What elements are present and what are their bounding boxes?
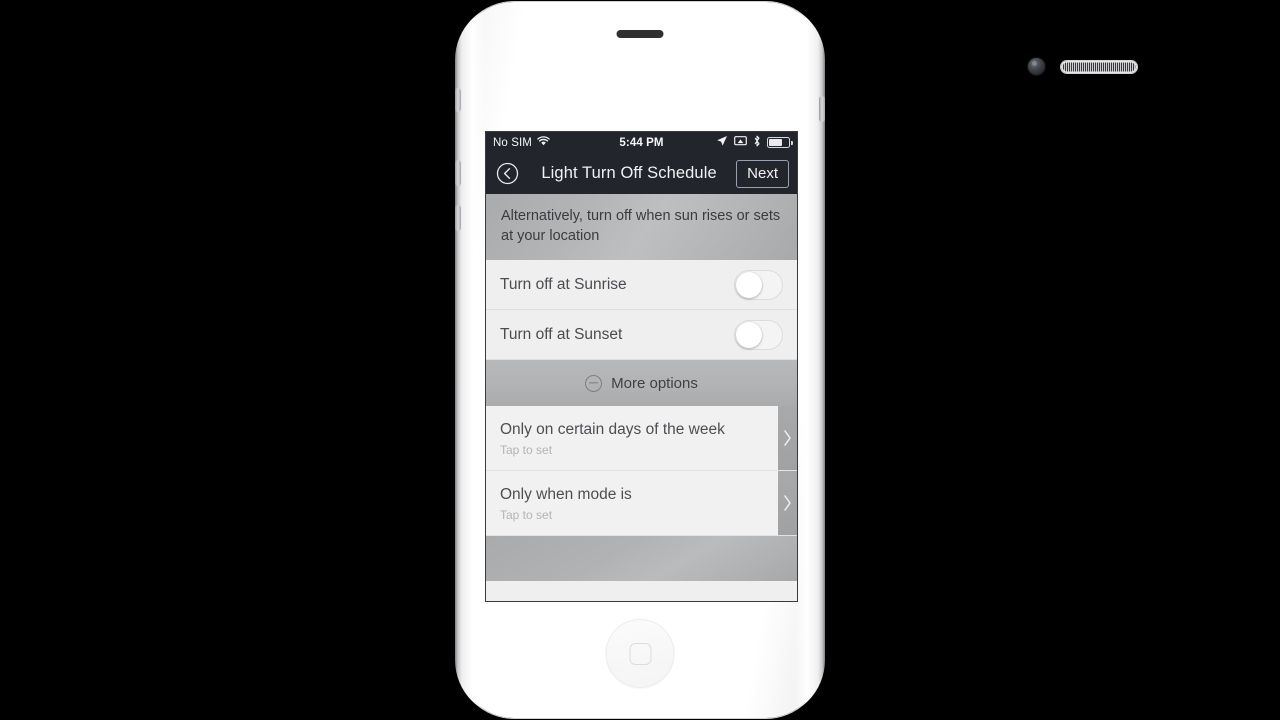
toggle-label-sunset: Turn off at Sunset: [500, 325, 623, 343]
bluetooth-icon: [753, 135, 761, 150]
volume-up-button[interactable]: [455, 160, 461, 186]
option-list: Only on certain days of the week Tap to …: [486, 406, 797, 536]
battery-fill: [769, 139, 783, 146]
toggle-row-sunrise[interactable]: Turn off at Sunrise: [486, 260, 797, 310]
minus-circle-icon: [585, 374, 603, 392]
option-main: Only on certain days of the week Tap to …: [486, 406, 778, 470]
status-bar: No SIM 5:44 PM: [486, 132, 797, 153]
option-row-mode-is[interactable]: Only when mode is Tap to set: [486, 471, 797, 536]
toggle-row-sunset[interactable]: Turn off at Sunset: [486, 310, 797, 360]
side-power-button[interactable]: [819, 96, 825, 122]
chevron-right-icon[interactable]: [778, 406, 797, 470]
home-button-square-icon: [629, 642, 651, 665]
front-camera-icon: [1027, 57, 1046, 76]
earpiece-grille-icon: [1061, 61, 1137, 73]
option-main: Only when mode is Tap to set: [486, 471, 778, 535]
toggle-switch-sunset[interactable]: [734, 319, 783, 350]
next-button[interactable]: Next: [736, 159, 789, 188]
volume-down-button[interactable]: [455, 205, 461, 231]
toggle-label-sunrise: Turn off at Sunrise: [500, 275, 627, 293]
page-title: Light Turn Off Schedule: [541, 164, 717, 182]
option-row-days-of-week[interactable]: Only on certain days of the week Tap to …: [486, 406, 797, 471]
toggle-switch-sunrise[interactable]: [734, 269, 783, 300]
toggle-knob: [736, 271, 762, 298]
toggle-knob: [736, 321, 762, 348]
option-title: Only when mode is: [500, 486, 632, 503]
airplay-icon: [734, 135, 747, 150]
option-subtitle: Tap to set: [500, 443, 553, 457]
option-title: Only on certain days of the week: [500, 421, 725, 438]
bottom-filler: [486, 536, 797, 581]
navigation-bar: Light Turn Off Schedule Next: [486, 153, 797, 194]
more-options-label: More options: [611, 374, 698, 392]
back-button[interactable]: [494, 161, 520, 187]
location-arrow-icon: [716, 135, 728, 150]
battery-icon: [767, 137, 793, 148]
back-chevron-circle-icon: [496, 162, 518, 185]
more-options-button[interactable]: More options: [486, 360, 797, 406]
screenshot-stage: No SIM 5:44 PM Light Turn Off Schedule N…: [0, 0, 1280, 720]
instruction-text: Alternatively, turn off when sun rises o…: [486, 194, 797, 260]
top-speaker-icon: [616, 30, 664, 38]
chevron-right-icon[interactable]: [778, 471, 797, 535]
mute-switch-button[interactable]: [455, 88, 461, 112]
phone-screen: No SIM 5:44 PM Light Turn Off Schedule N…: [486, 132, 797, 601]
home-button[interactable]: [605, 619, 675, 688]
status-bar-right: [716, 135, 797, 150]
option-subtitle: Tap to set: [500, 508, 553, 522]
